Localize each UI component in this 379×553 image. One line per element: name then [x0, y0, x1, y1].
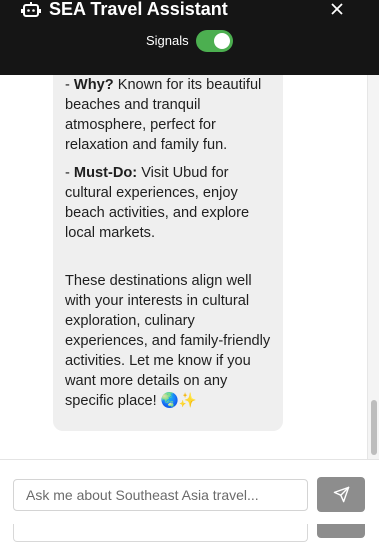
robot-icon [21, 1, 41, 19]
send-button[interactable] [317, 477, 365, 512]
close-icon [331, 3, 343, 15]
message-paragraph-closing: These destinations align well with your … [65, 273, 271, 409]
mustdo-label: Must-Do: [73, 165, 138, 181]
ghost-input-duplicate [13, 524, 308, 542]
close-button[interactable] [326, 0, 348, 20]
app-title: SEA Travel Assistant [49, 0, 228, 19]
toggle-knob [214, 33, 230, 49]
why-label: Why? [73, 77, 114, 93]
signals-label: Signals [146, 33, 189, 48]
message-paragraph-mustdo: - Must-Do: Visit Ubud for cultural exper… [65, 165, 250, 241]
chat-scrollbar[interactable] [367, 75, 379, 459]
signals-toggle[interactable] [196, 30, 233, 52]
input-bar [0, 459, 379, 553]
ghost-send-button-duplicate [317, 524, 365, 538]
scrollbar-thumb[interactable] [371, 400, 377, 455]
message-paragraph-why: - Why? Known for its beautiful beaches a… [65, 77, 262, 153]
chat-input[interactable] [13, 479, 308, 511]
chat-area[interactable]: - Why? Known for its beautiful beaches a… [0, 75, 379, 459]
send-icon [333, 486, 349, 503]
app-header: SEA Travel Assistant Signals [0, 0, 379, 75]
